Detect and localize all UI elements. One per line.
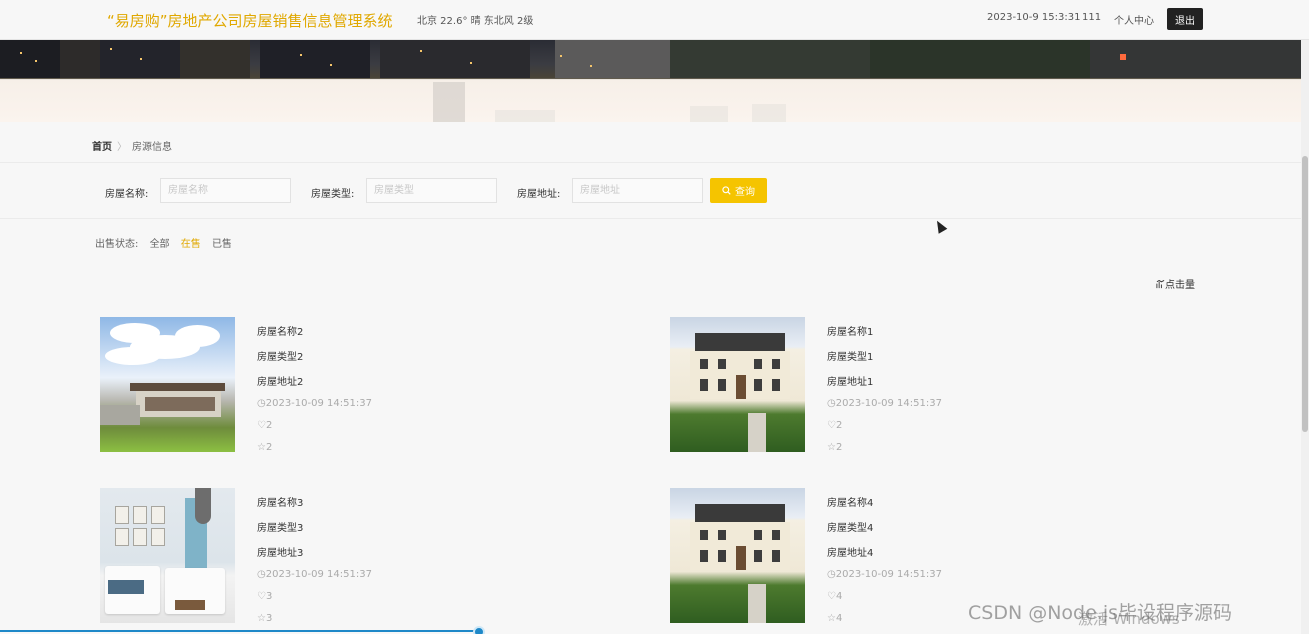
clock-icon: ◷: [827, 569, 836, 580]
profile-link[interactable]: 个人中心: [1114, 12, 1154, 27]
sort-icon: [1156, 279, 1165, 289]
house-address-label: 房屋地址:: [517, 189, 561, 200]
scrollbar-thumb[interactable]: [1302, 156, 1308, 432]
divider: [0, 162, 1301, 163]
clock-icon: ◷: [257, 398, 266, 409]
search-button-label: 查询: [735, 187, 755, 198]
publish-time: 2023-10-09 14:51:37: [835, 569, 942, 580]
filter-all[interactable]: 全部: [150, 239, 170, 250]
current-datetime: 2023-10-9 15:3:31: [987, 12, 1081, 23]
breadcrumb-separator: 〉: [117, 142, 127, 153]
listing-card[interactable]: 房屋名称1 房屋类型1 房屋地址1 ◷2023-10-09 14:51:37 ♡…: [670, 317, 1000, 457]
thumbs-up-icon: ♡: [827, 591, 836, 602]
star-icon: ☆: [257, 613, 266, 624]
thumbs-up-icon: ♡: [257, 591, 266, 602]
like-count: 4: [835, 591, 843, 602]
house-name: 房屋名称3: [257, 498, 304, 509]
progress-handle[interactable]: [473, 626, 485, 634]
site-title[interactable]: “易房购”房地产公司房屋销售信息管理系统: [107, 10, 393, 31]
favorite-count: 3: [265, 613, 273, 624]
page-scrollbar[interactable]: [1301, 40, 1309, 634]
logout-button[interactable]: 退出: [1167, 8, 1203, 30]
star-icon: ☆: [827, 613, 836, 624]
house-type: 房屋类型2: [257, 352, 304, 363]
user-name: 111: [1082, 12, 1102, 23]
house-name-input[interactable]: [160, 178, 291, 203]
sort-by-clicks[interactable]: 点击量: [1156, 276, 1195, 291]
clock-icon: ◷: [827, 398, 836, 409]
thumbs-up-icon: ♡: [827, 420, 836, 431]
clock-icon: ◷: [257, 569, 266, 580]
filter-on-sale[interactable]: 在售: [181, 239, 201, 250]
weather-info: 北京 22.6° 晴 东北风 2级: [417, 16, 534, 27]
favorite-count: 4: [835, 613, 843, 624]
publish-time: 2023-10-09 14:51:37: [835, 398, 942, 409]
top-bar: “易房购”房地产公司房屋销售信息管理系统 北京 22.6° 晴 东北风 2级 2…: [0, 0, 1309, 40]
sale-status-filter: 出售状态: 全部 在售 已售: [95, 235, 240, 250]
thumbs-up-icon: ♡: [257, 420, 266, 431]
house-photo[interactable]: [100, 488, 235, 623]
csdn-watermark: CSDN @Node.js毕设程序源码: [968, 602, 1233, 624]
search-icon: [722, 186, 731, 195]
publish-time: 2023-10-09 14:51:37: [265, 569, 372, 580]
house-type-input[interactable]: [366, 178, 497, 203]
house-photo[interactable]: [670, 317, 805, 452]
favorite-count: 2: [835, 442, 843, 453]
house-photo[interactable]: [100, 317, 235, 452]
publish-time: 2023-10-09 14:51:37: [265, 398, 372, 409]
star-icon: ☆: [827, 442, 836, 453]
divider: [0, 218, 1301, 219]
house-name: 房屋名称4: [827, 498, 874, 509]
sort-label: 点击量: [1165, 280, 1195, 291]
house-address: 房屋地址3: [257, 548, 304, 559]
sale-status-label: 出售状态:: [95, 239, 139, 250]
listing-card[interactable]: 房屋名称3 房屋类型3 房屋地址3 ◷2023-10-09 14:51:37 ♡…: [100, 488, 430, 628]
progress-bar: [0, 630, 480, 632]
listing-card[interactable]: 房屋名称4 房屋类型4 房屋地址4 ◷2023-10-09 14:51:37 ♡…: [670, 488, 1000, 628]
house-name: 房屋名称2: [257, 327, 304, 338]
house-address: 房屋地址4: [827, 548, 874, 559]
house-photo[interactable]: [670, 488, 805, 623]
breadcrumb: 首页〉房源信息: [92, 138, 172, 153]
like-count: 2: [265, 420, 273, 431]
breadcrumb-home[interactable]: 首页: [92, 142, 112, 153]
favorite-count: 2: [265, 442, 273, 453]
house-type-label: 房屋类型:: [311, 189, 355, 200]
listing-card[interactable]: 房屋名称2 房屋类型2 房屋地址2 ◷2023-10-09 14:51:37 ♡…: [100, 317, 430, 457]
star-icon: ☆: [257, 442, 266, 453]
filter-sold[interactable]: 已售: [212, 239, 232, 250]
house-name: 房屋名称1: [827, 327, 874, 338]
mouse-pointer-icon: [932, 218, 948, 234]
city-banner-image: [0, 40, 1301, 122]
like-count: 2: [835, 420, 843, 431]
house-type: 房屋类型3: [257, 523, 304, 534]
like-count: 3: [265, 591, 273, 602]
house-address: 房屋地址2: [257, 377, 304, 388]
house-type: 房屋类型4: [827, 523, 874, 534]
house-type: 房屋类型1: [827, 352, 874, 363]
house-address: 房屋地址1: [827, 377, 874, 388]
house-address-input[interactable]: [572, 178, 703, 203]
breadcrumb-current: 房源信息: [132, 142, 172, 153]
search-button[interactable]: 查询: [710, 178, 767, 203]
house-name-label: 房屋名称:: [105, 189, 149, 200]
